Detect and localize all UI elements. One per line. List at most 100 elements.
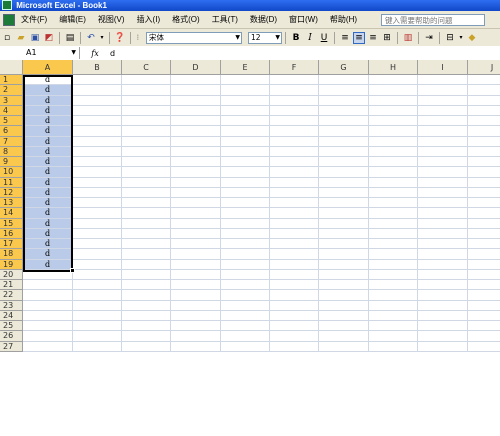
cell-a1[interactable]: d: [23, 75, 73, 86]
cell-b12[interactable]: [73, 187, 122, 198]
cell-d12[interactable]: [171, 187, 221, 198]
column-header-g[interactable]: G: [319, 60, 369, 75]
cell-c11[interactable]: [122, 177, 171, 188]
row-header-17[interactable]: 17: [0, 239, 23, 250]
cell-a22[interactable]: [23, 290, 73, 301]
cell-i24[interactable]: [418, 310, 468, 321]
insert-function-icon[interactable]: fx: [80, 49, 110, 58]
cell-e3[interactable]: [221, 95, 270, 106]
cell-b2[interactable]: [73, 85, 122, 96]
cell-i6[interactable]: [418, 126, 468, 137]
cell-e5[interactable]: [221, 116, 270, 127]
cell-g13[interactable]: [319, 198, 369, 209]
cell-f25[interactable]: [270, 321, 319, 332]
cell-g10[interactable]: [319, 167, 369, 178]
cell-h12[interactable]: [369, 187, 418, 198]
cell-c16[interactable]: [122, 228, 171, 239]
cell-h13[interactable]: [369, 198, 418, 209]
cell-e7[interactable]: [221, 136, 270, 147]
cell-a16[interactable]: d: [23, 228, 73, 239]
row-header-8[interactable]: 8: [0, 146, 23, 157]
cell-e10[interactable]: [221, 167, 270, 178]
cell-b25[interactable]: [73, 321, 122, 332]
cell-g3[interactable]: [319, 95, 369, 106]
cell-j13[interactable]: [468, 198, 500, 209]
cell-g20[interactable]: [319, 269, 369, 280]
cell-g23[interactable]: [319, 300, 369, 311]
cell-b19[interactable]: [73, 259, 122, 270]
cell-a2[interactable]: d: [23, 85, 73, 96]
cell-c7[interactable]: [122, 136, 171, 147]
cell-d16[interactable]: [171, 228, 221, 239]
cell-d21[interactable]: [171, 280, 221, 291]
cell-j20[interactable]: [468, 270, 500, 280]
cell-i18[interactable]: [418, 249, 468, 260]
cell-g15[interactable]: [319, 218, 369, 229]
cell-j10[interactable]: [468, 167, 500, 178]
print-icon[interactable]: ▤: [64, 32, 76, 44]
cell-c6[interactable]: [122, 126, 171, 137]
row-header-21[interactable]: 21: [0, 280, 23, 291]
cell-d3[interactable]: [171, 95, 221, 106]
cell-g7[interactable]: [319, 136, 369, 147]
cell-j9[interactable]: [468, 157, 500, 168]
cell-f13[interactable]: [270, 198, 319, 209]
cell-j11[interactable]: [468, 178, 500, 188]
cell-e18[interactable]: [221, 249, 270, 260]
cell-f17[interactable]: [270, 239, 319, 250]
row-header-16[interactable]: 16: [0, 228, 23, 239]
cell-c2[interactable]: [122, 85, 171, 96]
column-header-a[interactable]: A: [23, 60, 73, 75]
cell-g5[interactable]: [319, 116, 369, 127]
cell-g2[interactable]: [319, 85, 369, 96]
cell-g19[interactable]: [319, 259, 369, 270]
cell-f27[interactable]: [270, 341, 319, 352]
cell-d6[interactable]: [171, 126, 221, 137]
cell-d26[interactable]: [171, 331, 221, 342]
column-header-e[interactable]: E: [221, 60, 270, 75]
row-header-12[interactable]: 12: [0, 187, 23, 198]
cell-f18[interactable]: [270, 249, 319, 260]
cell-c9[interactable]: [122, 157, 171, 168]
cell-h19[interactable]: [369, 259, 418, 270]
row-header-22[interactable]: 22: [0, 290, 23, 301]
cell-g26[interactable]: [319, 331, 369, 342]
cell-h16[interactable]: [369, 228, 418, 239]
cell-d2[interactable]: [171, 85, 221, 96]
cell-h8[interactable]: [369, 146, 418, 157]
cell-h17[interactable]: [369, 239, 418, 250]
row-header-7[interactable]: 7: [0, 136, 23, 147]
menu-help[interactable]: 帮助(H): [330, 14, 357, 25]
cell-d1[interactable]: [171, 75, 221, 86]
cell-j24[interactable]: [468, 311, 500, 321]
cell-a24[interactable]: [23, 310, 73, 321]
cell-b6[interactable]: [73, 126, 122, 137]
cell-e14[interactable]: [221, 208, 270, 219]
cell-f3[interactable]: [270, 95, 319, 106]
cell-f12[interactable]: [270, 187, 319, 198]
cell-j25[interactable]: [468, 321, 500, 332]
cell-a21[interactable]: [23, 280, 73, 291]
row-header-23[interactable]: 23: [0, 300, 23, 311]
cell-f7[interactable]: [270, 136, 319, 147]
cell-h5[interactable]: [369, 116, 418, 127]
cell-h15[interactable]: [369, 218, 418, 229]
cell-i15[interactable]: [418, 218, 468, 229]
cell-h7[interactable]: [369, 136, 418, 147]
column-header-j[interactable]: J: [468, 60, 500, 75]
cell-d17[interactable]: [171, 239, 221, 250]
cell-b11[interactable]: [73, 177, 122, 188]
cell-j14[interactable]: [468, 208, 500, 219]
cell-a7[interactable]: d: [23, 136, 73, 147]
cell-j15[interactable]: [468, 219, 500, 229]
cell-j2[interactable]: [468, 85, 500, 96]
cell-d11[interactable]: [171, 177, 221, 188]
menu-view[interactable]: 视图(V): [98, 14, 125, 25]
cell-i8[interactable]: [418, 146, 468, 157]
column-header-f[interactable]: F: [270, 60, 319, 75]
cell-e9[interactable]: [221, 157, 270, 168]
cell-j12[interactable]: [468, 188, 500, 198]
cell-g12[interactable]: [319, 187, 369, 198]
menu-insert[interactable]: 插入(I): [137, 14, 161, 25]
cell-c19[interactable]: [122, 259, 171, 270]
